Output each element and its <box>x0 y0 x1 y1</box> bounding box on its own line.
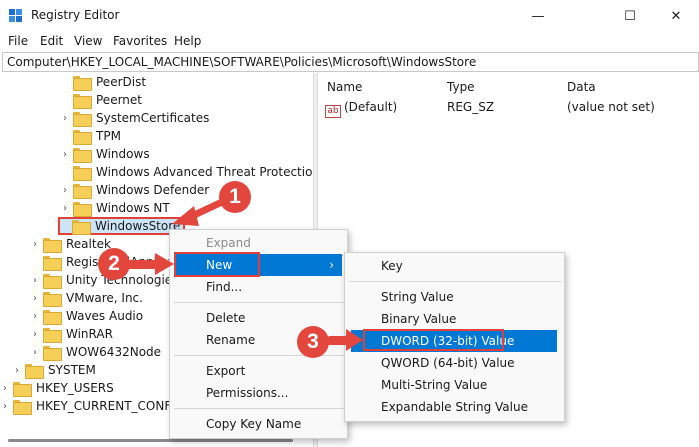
arrow-step-1 <box>172 198 226 226</box>
arrow-step-3 <box>328 329 363 351</box>
step-badge-3: 3 <box>297 326 329 358</box>
annotation-arrows <box>126 198 363 351</box>
arrow-step-2 <box>126 253 174 275</box>
step-badge-2: 2 <box>98 248 130 280</box>
step-badge-1: 1 <box>219 181 251 213</box>
